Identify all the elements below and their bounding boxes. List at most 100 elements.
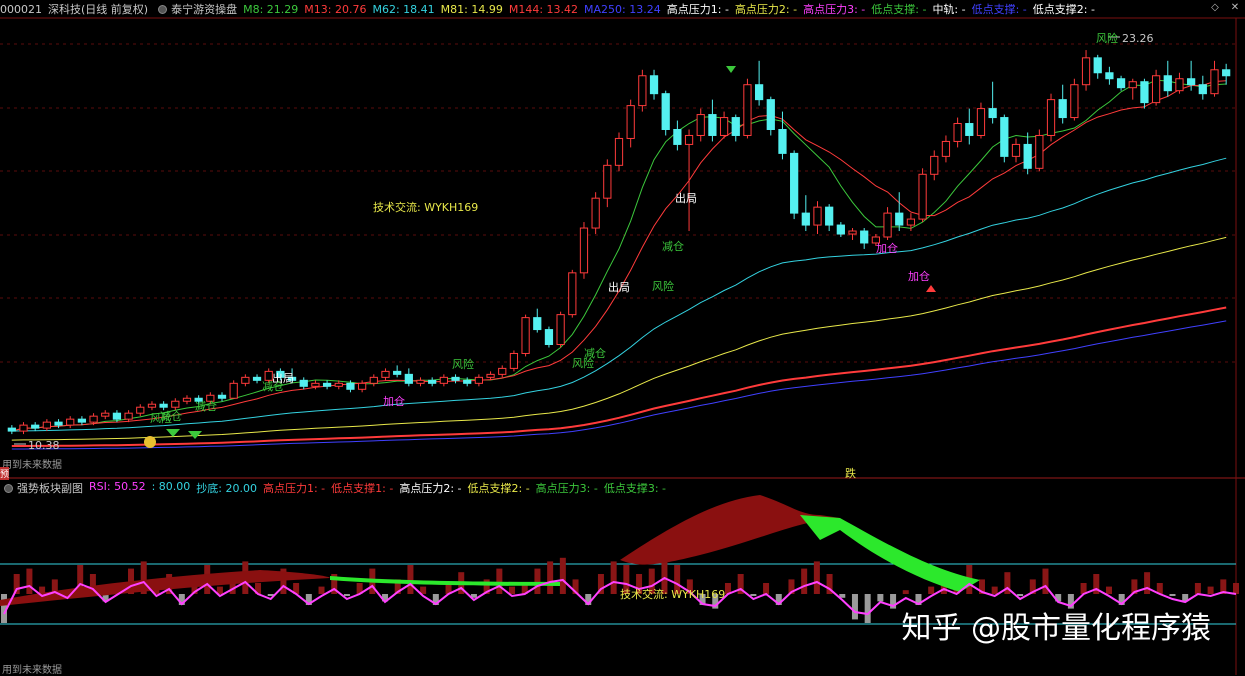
candle [754,60,764,106]
candle [743,78,752,139]
candle-body [684,134,694,145]
candle [1035,129,1044,172]
down-arrow-icon [726,66,736,73]
candle-body [54,421,63,426]
candle [813,201,822,235]
candle-body [1011,143,1021,157]
candle-body [965,123,974,136]
candle-body [1222,69,1231,77]
candle-body [66,418,75,426]
candle-body [252,376,262,381]
candle-body [544,329,554,346]
candle [603,159,612,208]
sub-bar [1169,594,1176,596]
candle-body [790,152,799,214]
candle [684,129,694,232]
candle [136,404,145,417]
signal-label: 加仓 [383,395,405,408]
candle-body [579,227,589,274]
sub-bar [343,594,350,596]
candle [556,311,565,348]
sub-bar [750,594,757,596]
candle-body [988,108,997,119]
sub-bar [991,586,998,594]
candle [404,368,413,387]
candle-body [217,394,227,399]
candle-body [1000,117,1009,157]
candle [509,350,519,372]
up-arrow-icon [926,285,936,292]
candle-body [334,382,343,387]
candle [1116,75,1126,91]
chart-canvas[interactable] [0,0,1245,675]
candle-body [766,99,775,130]
candle-body [754,84,764,101]
candle [568,269,577,318]
sub-bar [496,568,503,594]
candle [416,377,425,387]
candle-body [568,272,577,316]
candle-body [1035,134,1044,169]
candle [1222,63,1231,85]
candle [182,395,192,405]
candle-body [463,379,472,384]
candle-body [521,317,530,354]
candle-body [1046,99,1056,136]
candle [649,69,659,100]
candle-body [171,400,180,408]
candle [1151,69,1161,106]
candle [591,192,600,235]
sub-bar [1194,583,1201,594]
candle [101,410,110,420]
candle-body [696,114,705,136]
candle-body [1151,75,1161,104]
candle [860,228,869,249]
signal-label: 减仓 [160,410,182,423]
candle [930,150,939,181]
candle [1105,66,1114,85]
bottom-mark: 跌 [845,467,856,480]
candle-body [743,84,752,136]
candle [428,377,437,387]
signal-label: 风险 [1096,32,1118,45]
candle-body [1116,78,1126,89]
candle [883,207,892,240]
candle-body [848,230,857,235]
sub-bar [1017,594,1024,596]
candle [42,419,51,432]
watermark: 知乎 @股市量化程序猿 [901,611,1211,646]
sub-bar [813,561,820,594]
signal-label: 风险 [572,357,594,370]
future-data-note-main: 用到未来数据 [2,460,62,471]
candle-body [451,376,460,381]
candle [1128,78,1137,100]
candle-body [498,367,507,375]
candle-body [614,137,624,166]
candle-body [638,75,647,107]
ma144-line [11,306,1227,447]
candle-body [801,212,810,226]
candle [358,380,367,393]
candle-body [136,406,145,414]
sub-bar [801,568,808,594]
candle [895,192,904,232]
sub-bar [1207,586,1214,594]
candle-body [112,412,122,420]
candle [544,326,554,348]
signal-label: 减仓 [662,240,684,253]
candle [766,96,775,136]
sub-bar [547,561,554,594]
candle [66,416,75,429]
candle-body [89,415,98,423]
candle [299,377,308,390]
sub-bar [534,568,541,594]
candle-body [1198,84,1207,95]
candle [790,150,799,220]
future-data-note-sub: 用到未来数据 [2,665,62,676]
candle-body [322,382,332,387]
smiley-icon [144,436,156,448]
candle-body [42,421,51,429]
candle [474,374,484,387]
candle-body [393,370,402,375]
candle [719,111,729,139]
